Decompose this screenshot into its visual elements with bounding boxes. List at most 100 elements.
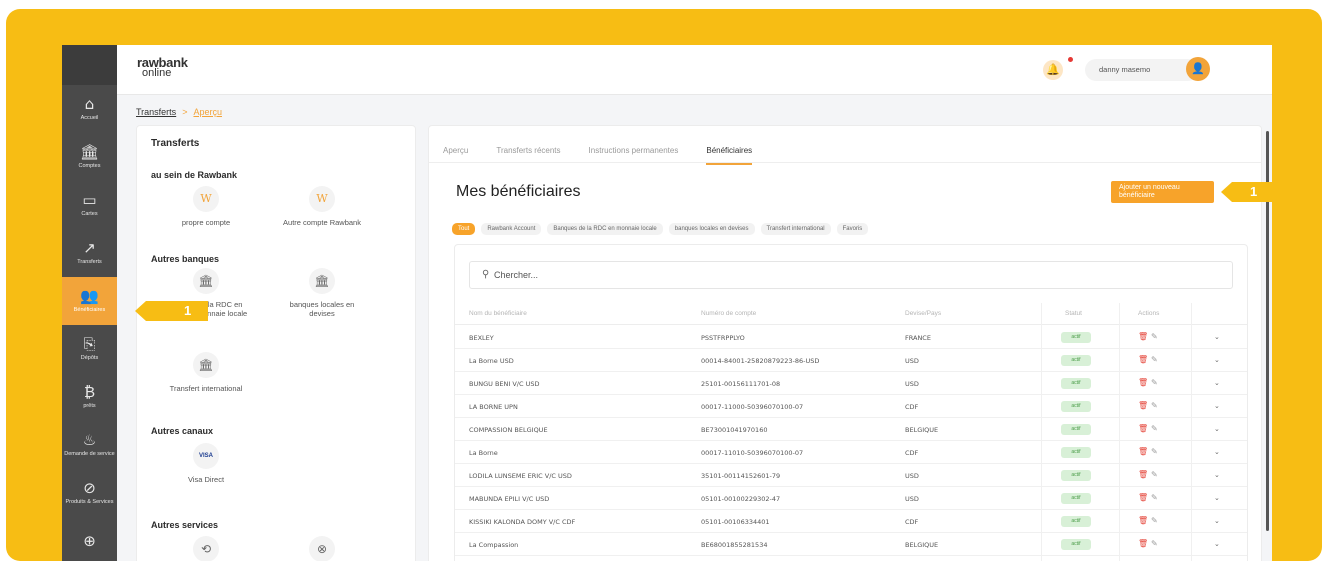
- trash-icon[interactable]: 🗑: [1138, 539, 1148, 548]
- table-row[interactable]: BUNGU BENI V/C USD 25101-00156111701-08 US…: [455, 372, 1247, 395]
- table-row[interactable]: BEXLEY PSSTFRPPLYO FRANCE actif 🗑 ✎ ⌄: [455, 326, 1247, 349]
- tile-propre-compte[interactable]: W propre compte: [151, 186, 261, 227]
- status-badge: actif: [1061, 539, 1091, 550]
- bell-icon[interactable]: 🔔: [1043, 60, 1063, 80]
- chip-banques-rdc[interactable]: Banques de la RDC en monnaie locale: [547, 223, 663, 235]
- trash-icon[interactable]: 🗑: [1138, 332, 1148, 341]
- breadcrumb-apercu[interactable]: Aperçu: [193, 107, 222, 117]
- chip-favoris[interactable]: Favoris: [836, 223, 869, 235]
- chip-tout[interactable]: Tout: [452, 223, 476, 235]
- beneficiary-name: La Borne USD: [469, 357, 514, 365]
- chevron-down-icon[interactable]: ⌄: [1214, 356, 1220, 364]
- chevron-down-icon[interactable]: ⌄: [1214, 540, 1220, 548]
- account-number: 35101-00114152601-79: [701, 472, 781, 480]
- beneficiary-name: La Compassion: [469, 541, 519, 549]
- add-beneficiary-button[interactable]: Ajouter un nouveau bénéficiaire: [1111, 181, 1214, 203]
- users-icon: 👥: [80, 287, 99, 306]
- refresh-icon: ⟲: [193, 536, 219, 561]
- currency-country: USD: [905, 380, 919, 388]
- section-autres-canaux: Autres canaux: [151, 426, 214, 436]
- table-header: Nom du bénéficiaire Numéro de compte Dev…: [455, 303, 1247, 325]
- chip-transfert-international[interactable]: Transfert international: [760, 223, 831, 235]
- account-number: PSSTFRPPLYO: [701, 334, 745, 342]
- rail-item-cartes[interactable]: ▭ Cartes: [62, 181, 117, 229]
- rail-item-demande-service[interactable]: ♨ Demande de service: [62, 421, 117, 469]
- table-row[interactable]: LODILA LUNSEME ERIC V/C USD 35101-0011415…: [455, 464, 1247, 487]
- rawbank-logo[interactable]: rawbank online: [137, 56, 188, 79]
- chip-banques-locales-devises[interactable]: banques locales en devises: [668, 223, 755, 235]
- chevron-down-icon[interactable]: ⌄: [1214, 471, 1220, 479]
- tile-service-1[interactable]: ⟲: [151, 536, 261, 561]
- table-row[interactable]: KISSIKI KALONDA DOMY V/C CDF 05101-001063…: [455, 510, 1247, 533]
- user-name: danny masemo: [1099, 65, 1151, 74]
- tile-autre-compte-rawbank[interactable]: W Autre compte Rawbank: [267, 186, 377, 227]
- rail-item-transferts[interactable]: ↗ Transferts: [62, 229, 117, 277]
- trash-icon[interactable]: 🗑: [1138, 424, 1148, 433]
- search-placeholder: Chercher...: [494, 270, 539, 280]
- tab-transferts-recents[interactable]: Transferts récents: [496, 146, 560, 163]
- pencil-icon[interactable]: ✎: [1151, 539, 1158, 548]
- chip-rawbank-account[interactable]: Rawbank Account: [481, 223, 542, 235]
- tab-apercu[interactable]: Aperçu: [443, 146, 468, 163]
- pencil-icon[interactable]: ✎: [1151, 493, 1158, 502]
- table-row[interactable]: La Borne 00017-11010-50396070100-07 CDF act…: [455, 441, 1247, 464]
- chevron-down-icon[interactable]: ⌄: [1214, 517, 1220, 525]
- pencil-icon[interactable]: ✎: [1151, 470, 1158, 479]
- pencil-icon[interactable]: ✎: [1151, 424, 1158, 433]
- chevron-down-icon[interactable]: ⌄: [1214, 379, 1220, 387]
- breadcrumb-transferts[interactable]: Transferts: [136, 107, 176, 117]
- tile-transfert-international[interactable]: 🏛 Transfert international: [151, 352, 261, 393]
- table-row[interactable]: La Compassion BE68001855281534 BELGIQUE act…: [455, 533, 1247, 556]
- trash-icon[interactable]: 🗑: [1138, 516, 1148, 525]
- rail-label: Dépôts: [80, 355, 99, 362]
- rail-item-produits-services[interactable]: ⊘ Produits & Services: [62, 469, 117, 517]
- chevron-down-icon[interactable]: ⌄: [1214, 425, 1220, 433]
- tile-label: propre compte: [181, 218, 231, 227]
- chevron-down-icon[interactable]: ⌄: [1214, 448, 1220, 456]
- rail-item-prets[interactable]: ₿ prêts: [62, 373, 117, 421]
- table-row[interactable]: MABUNDA EPILI V/C USD 05101-00100229302-4…: [455, 487, 1247, 510]
- rail-item-more[interactable]: ⊕: [62, 517, 117, 561]
- pencil-icon[interactable]: ✎: [1151, 332, 1158, 341]
- col-numero: Numéro de compte: [701, 310, 757, 317]
- trash-icon[interactable]: 🗑: [1138, 493, 1148, 502]
- account-number: BE68001855281534: [701, 541, 768, 549]
- pencil-icon[interactable]: ✎: [1151, 447, 1158, 456]
- deposit-icon: ⎘: [83, 335, 96, 354]
- pencil-icon[interactable]: ✎: [1151, 516, 1158, 525]
- account-number: 00017-11000-50396070100-07: [701, 403, 804, 411]
- status-badge: actif: [1061, 424, 1091, 435]
- visa-icon: VISA: [193, 443, 219, 469]
- avatar-icon[interactable]: 👤: [1186, 57, 1210, 81]
- bank-icon: 🏛: [79, 143, 100, 162]
- tile-banques-locales-devises[interactable]: 🏛 banques locales en devises: [267, 268, 377, 318]
- chevron-down-icon[interactable]: ⌄: [1214, 333, 1220, 341]
- table-row[interactable]: LA BORNE UPN 00017-11000-50396070100-07 CD…: [455, 395, 1247, 418]
- status-badge: actif: [1061, 493, 1091, 504]
- pencil-icon[interactable]: ✎: [1151, 378, 1158, 387]
- trash-icon[interactable]: 🗑: [1138, 355, 1148, 364]
- table-row[interactable]: COMPASSION BELGIQUE BE73001041970160 BELGI…: [455, 418, 1247, 441]
- rail-item-beneficiaires[interactable]: 👥 Bénéficiaires: [62, 277, 117, 325]
- pencil-icon[interactable]: ✎: [1151, 401, 1158, 410]
- account-number: 05101-00106334401: [701, 518, 770, 526]
- trash-icon[interactable]: 🗑: [1138, 447, 1148, 456]
- chevron-down-icon[interactable]: ⌄: [1214, 402, 1220, 410]
- trash-icon[interactable]: 🗑: [1138, 401, 1148, 410]
- search-input[interactable]: ⚲ Chercher...: [469, 261, 1233, 289]
- tab-instructions-permanentes[interactable]: Instructions permanentes: [589, 146, 679, 163]
- card-icon: ▭: [82, 191, 97, 210]
- rail-item-accueil[interactable]: ⌂ Accueil: [62, 85, 117, 133]
- pencil-icon[interactable]: ✎: [1151, 355, 1158, 364]
- tile-service-2[interactable]: ⊗: [267, 536, 377, 561]
- chevron-down-icon[interactable]: ⌄: [1214, 494, 1220, 502]
- table-row[interactable]: La Borne USD 00014-84001-25820879223-86-U…: [455, 349, 1247, 372]
- account-number: 05101-00100229302-47: [701, 495, 781, 503]
- tile-visa-direct[interactable]: VISA Visa Direct: [151, 443, 261, 484]
- user-menu[interactable]: danny masemo: [1085, 59, 1199, 81]
- beneficiaries-panel: Aperçu Transferts récents Instructions per…: [428, 125, 1262, 561]
- trash-icon[interactable]: 🗑: [1138, 470, 1148, 479]
- trash-icon[interactable]: 🗑: [1138, 378, 1148, 387]
- rail-item-depots[interactable]: ⎘ Dépôts: [62, 325, 117, 373]
- rail-item-comptes[interactable]: 🏛 Comptes: [62, 133, 117, 181]
